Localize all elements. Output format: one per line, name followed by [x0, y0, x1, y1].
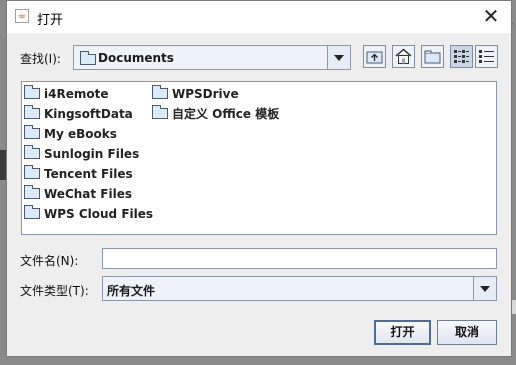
list-item[interactable]: WPSDrive	[152, 84, 239, 104]
new-folder-icon	[424, 50, 441, 64]
folder-icon	[24, 185, 40, 199]
list-view-icon	[454, 50, 469, 63]
folder-icon	[24, 105, 40, 119]
close-icon[interactable]: ✕	[479, 4, 503, 28]
file-name-label: 文件名(N):	[20, 254, 79, 268]
title-bar[interactable]: ☕ 打开 ✕	[7, 1, 511, 33]
folder-icon	[152, 105, 168, 119]
list-item[interactable]: WPS Cloud Files	[24, 204, 153, 224]
file-type-dropdown-button[interactable]	[473, 277, 496, 300]
home-icon	[395, 48, 412, 64]
look-in-label: 查找(I):	[20, 52, 61, 66]
chevron-down-icon	[480, 285, 490, 292]
details-view-button[interactable]	[475, 45, 498, 68]
home-button[interactable]	[392, 45, 415, 68]
folder-icon	[80, 51, 96, 65]
folder-icon	[24, 125, 40, 139]
java-app-icon: ☕	[15, 9, 29, 23]
list-item[interactable]: Sunlogin Files	[24, 144, 139, 164]
open-file-dialog: ☕ 打开 ✕ 查找(I): Documents i4Remote Kingsof…	[6, 0, 512, 357]
file-type-label: 文件类型(T):	[20, 284, 89, 298]
create-new-folder-button[interactable]	[421, 45, 444, 68]
list-item[interactable]: KingsoftData	[24, 104, 133, 124]
file-type-value: 所有文件	[107, 284, 156, 298]
chevron-down-icon	[334, 54, 344, 61]
cancel-button[interactable]: 取消	[437, 320, 497, 345]
look-in-combo[interactable]: Documents	[73, 45, 351, 70]
list-view-button[interactable]	[450, 45, 473, 68]
dialog-title: 打开	[37, 13, 64, 28]
folder-icon	[152, 85, 168, 99]
list-item[interactable]: 自定义 Office 模板	[152, 104, 279, 124]
list-item[interactable]: WeChat Files	[24, 184, 132, 204]
look-in-dropdown-button[interactable]	[327, 46, 350, 69]
folder-icon	[24, 205, 40, 219]
list-item[interactable]: Tencent Files	[24, 164, 133, 184]
file-list[interactable]: i4Remote KingsoftData My eBooks Sunlogin…	[21, 81, 497, 235]
folder-icon	[24, 85, 40, 99]
folder-icon	[24, 145, 40, 159]
folder-icon	[24, 165, 40, 179]
details-view-icon	[479, 50, 494, 63]
look-in-value: Documents	[98, 51, 174, 65]
open-button[interactable]: 打开	[374, 320, 431, 345]
list-item[interactable]: i4Remote	[24, 84, 108, 104]
file-name-input[interactable]	[102, 248, 497, 269]
up-one-level-button[interactable]	[363, 45, 386, 68]
up-folder-icon	[366, 51, 383, 64]
file-type-select[interactable]: 所有文件	[102, 276, 497, 301]
list-item[interactable]: My eBooks	[24, 124, 117, 144]
